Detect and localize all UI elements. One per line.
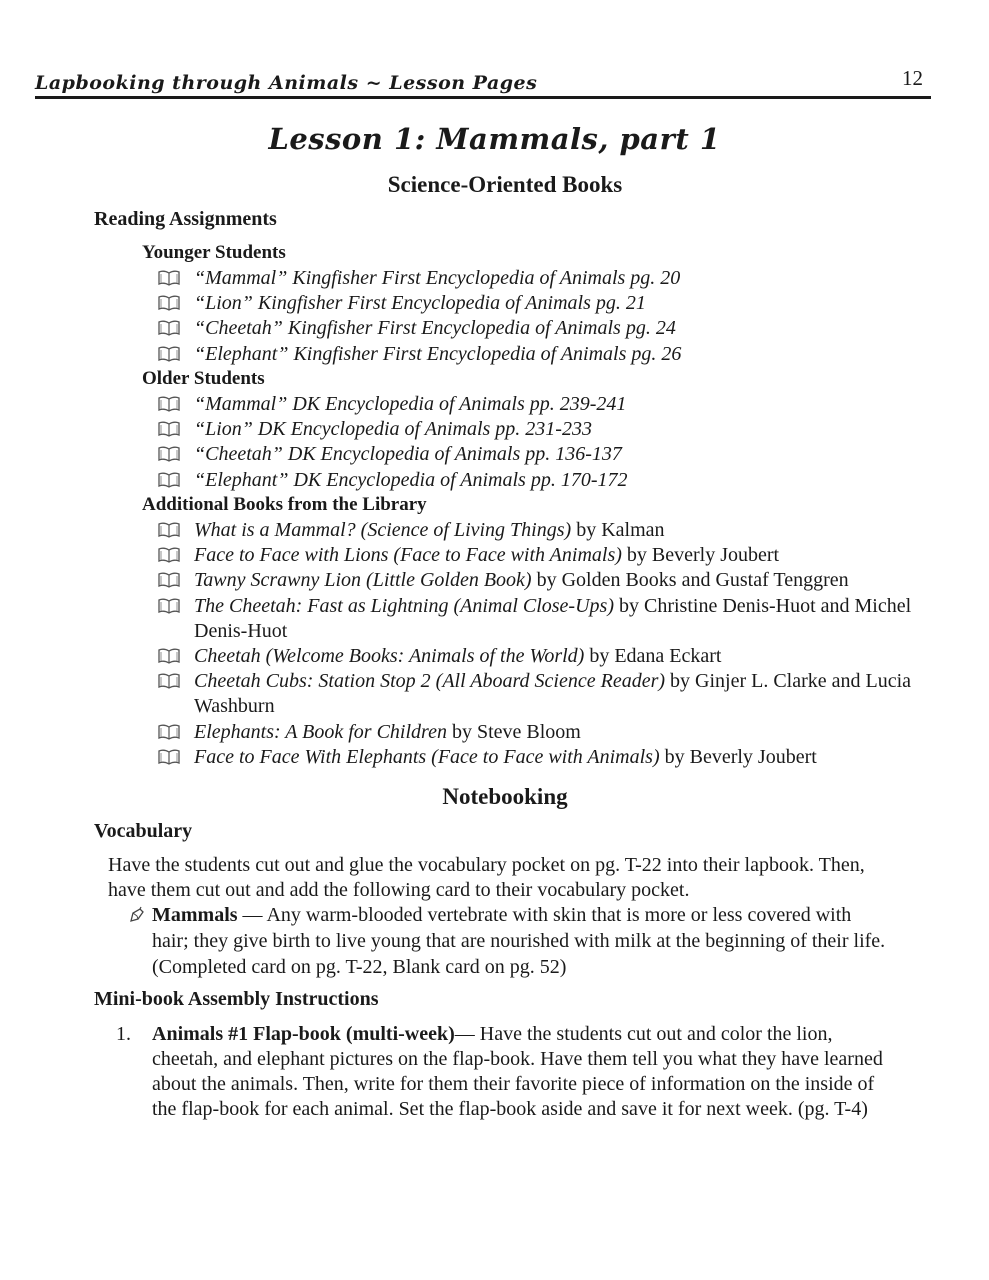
instruction-title: Animals #1 Flap-book (multi-week) — [152, 1023, 455, 1045]
book-title: Tawny Scrawny Lion (Little Golden Book) — [194, 569, 532, 592]
book-icon — [158, 572, 180, 588]
book-title: “Cheetah” Kingfisher First Encyclopedia … — [194, 317, 676, 340]
book-title: Elephants: A Book for Children — [194, 720, 447, 743]
book-icon — [158, 724, 180, 740]
book-icon — [158, 295, 180, 311]
book-author: by Kalman — [571, 519, 665, 541]
instruction-line4: the flap-book for each animal. Set the f… — [152, 1098, 868, 1120]
book-title: Cheetah Cubs: Station Stop 2 (All Aboard… — [194, 670, 666, 693]
book-title: The Cheetah: Fast as Lightning (Animal C… — [194, 594, 614, 617]
book-title: “Elephant” DK Encyclopedia of Animals pp… — [194, 468, 628, 491]
book-icon — [158, 648, 180, 664]
book-title: Face to Face with Lions (Face to Face wi… — [194, 544, 622, 567]
book-author: by Beverly Joubert — [659, 746, 817, 768]
book-icon — [158, 446, 180, 462]
running-header: Lapbooking through Animals ~ Lesson Page… — [35, 66, 931, 99]
book-title: “Cheetah” DK Encyclopedia of Animals pp.… — [194, 443, 622, 466]
reading-assignments-heading: Reading Assignments — [94, 208, 277, 230]
book-icon — [158, 673, 180, 689]
instruction-line1: — Have the students cut out and color th… — [454, 1023, 833, 1045]
book-icon — [158, 320, 180, 336]
library-books-heading: Additional Books from the Library — [142, 494, 427, 515]
book-title: “Lion” Kingfisher First Encyclopedia of … — [194, 292, 646, 315]
vocabulary-heading: Vocabulary — [94, 820, 193, 842]
page-number: 12 — [902, 66, 923, 90]
instruction-line3: about the animals. Then, write for them … — [152, 1073, 875, 1095]
book-icon — [158, 421, 180, 437]
book-icon — [158, 396, 180, 412]
vocabulary-intro-line2: have them cut out and add the following … — [108, 879, 690, 901]
book-icon — [158, 547, 180, 563]
vocabulary-intro-line1: Have the students cut out and glue the v… — [108, 854, 865, 876]
lesson-title: Lesson 1: Mammals, part 1 — [268, 122, 721, 156]
book-title: “Lion” DK Encyclopedia of Animals pp. 23… — [194, 418, 592, 441]
book-icon — [158, 346, 180, 362]
book-author: by Edana Eckart — [584, 645, 722, 668]
instruction-line2: cheetah, and elephant pictures on the fl… — [152, 1048, 883, 1070]
older-students-heading: Older Students — [142, 368, 265, 389]
minibook-heading: Mini-book Assembly Instructions — [94, 988, 379, 1010]
vocab-definition-line2: hair; they give birth to live young that… — [152, 930, 886, 952]
book-author: by Golden Books and Gustaf Tenggren — [531, 569, 849, 592]
younger-students-heading: Younger Students — [142, 242, 286, 263]
book-title: “Mammal” Kingfisher First Encyclopedia o… — [194, 267, 681, 289]
science-books-heading: Science-Oriented Books — [387, 172, 623, 197]
vocab-definition-line1: — Any warm-blooded vertebrate with skin … — [237, 904, 852, 926]
book-title: What is a Mammal? (Science of Living Thi… — [194, 519, 572, 541]
pencil-icon — [128, 906, 146, 924]
book-icon — [158, 598, 180, 614]
book-title: “Elephant” Kingfisher First Encyclopedia… — [194, 342, 682, 365]
vocab-definition-line3: (Completed card on pg. T-22, Blank card … — [152, 956, 567, 978]
book-icon — [158, 270, 180, 286]
book-author: by Beverly Joubert — [621, 544, 780, 567]
book-icon — [158, 749, 180, 765]
header-title: Lapbooking through Animals ~ Lesson Page… — [35, 72, 538, 94]
book-title: “Mammal” DK Encyclopedia of Animals pp. … — [194, 393, 627, 415]
vocab-term: Mammals — [152, 904, 238, 926]
book-title: Cheetah (Welcome Books: Animals of the W… — [194, 645, 585, 668]
instruction-number: 1. — [116, 1023, 131, 1045]
book-icon — [158, 522, 180, 538]
book-title: Face to Face With Elephants (Face to Fac… — [194, 746, 660, 768]
book-icon — [158, 472, 180, 488]
book-author: by Steve Bloom — [446, 720, 581, 743]
notebooking-heading: Notebooking — [442, 784, 568, 809]
